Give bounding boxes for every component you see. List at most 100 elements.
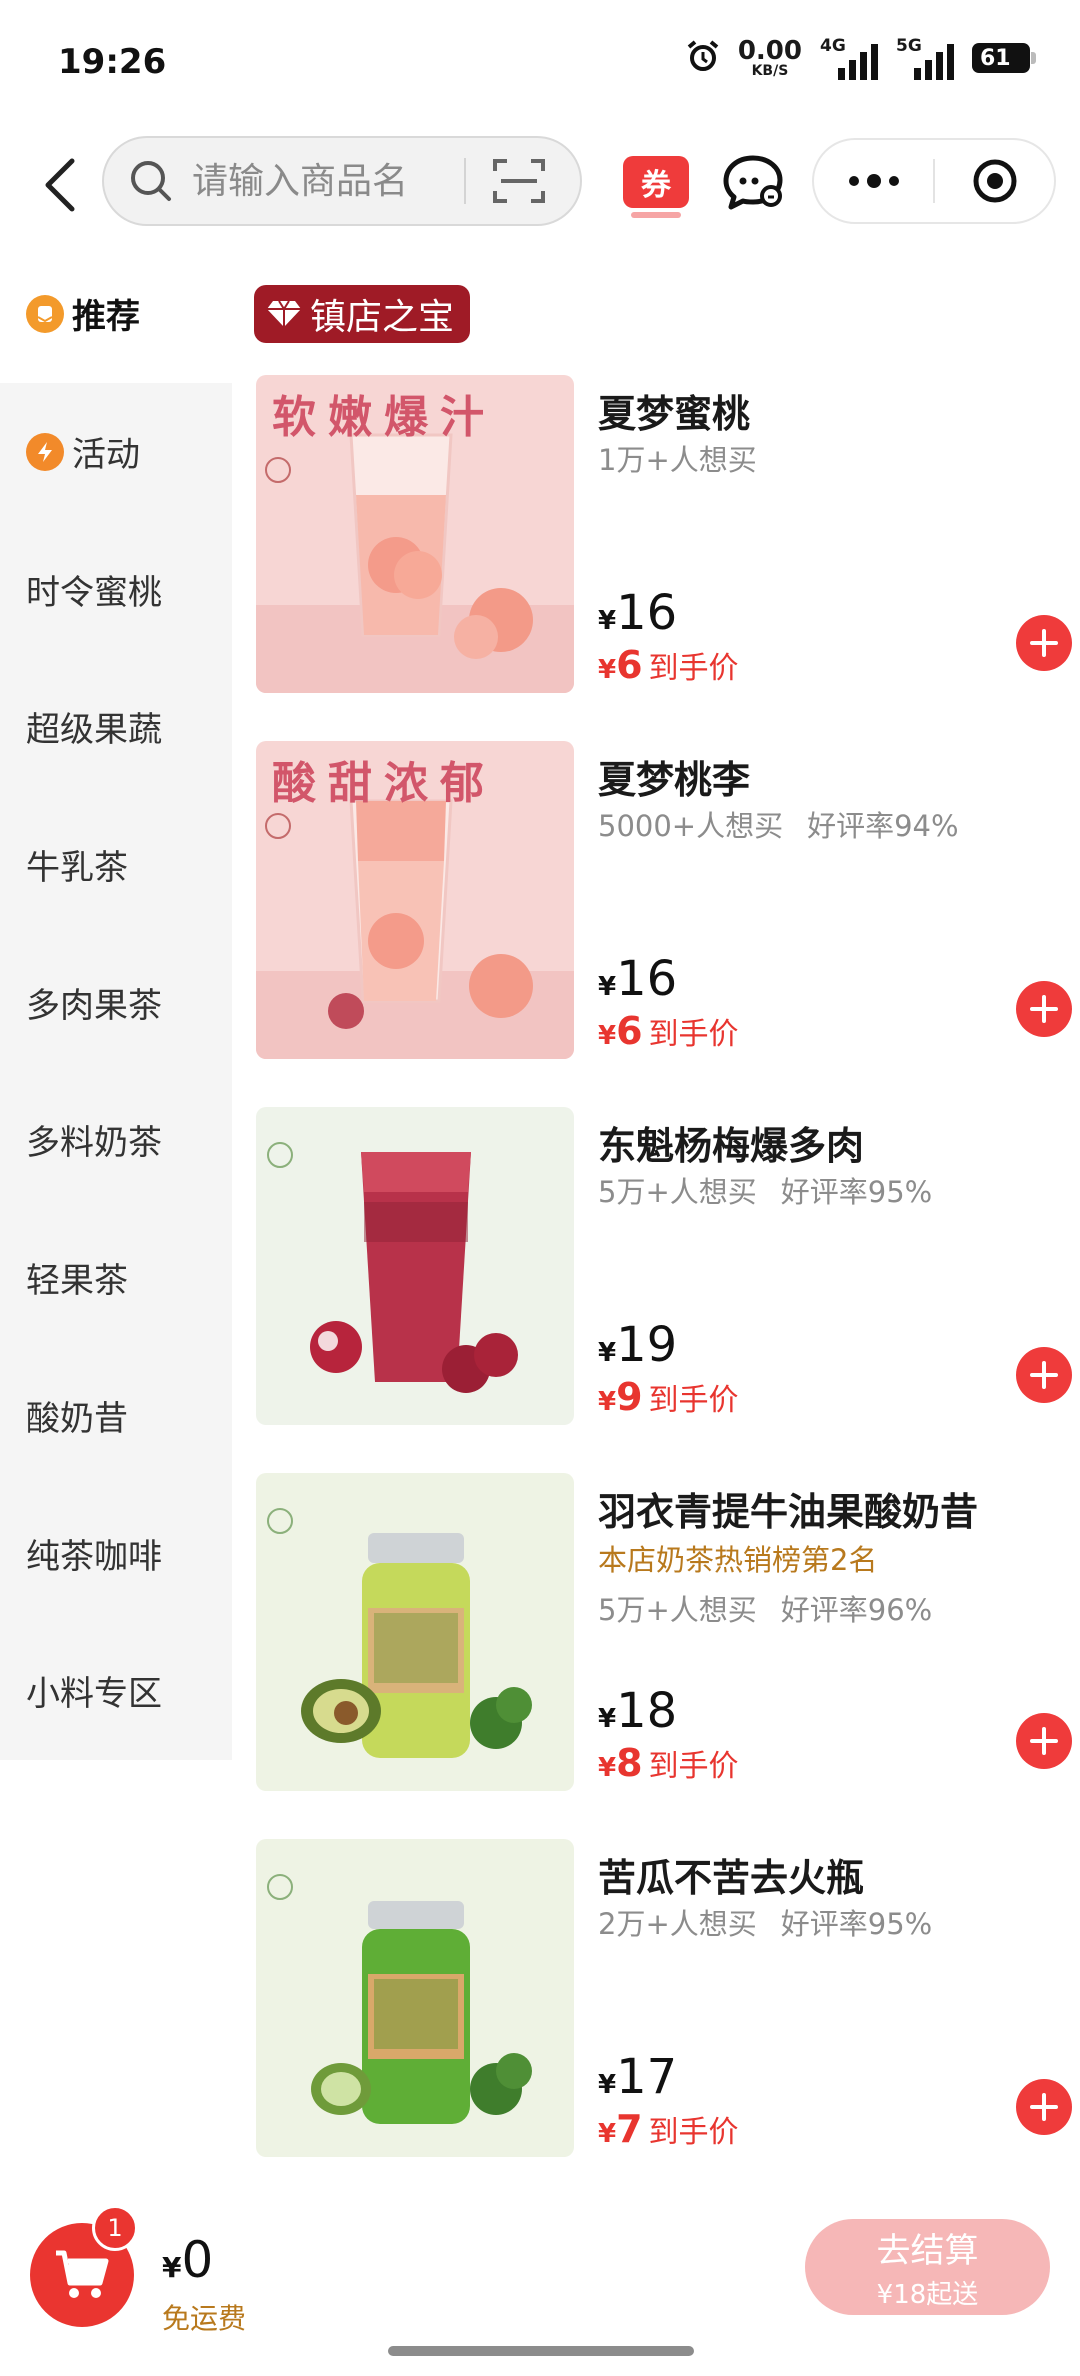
section-badge: 镇店之宝 (254, 285, 471, 343)
product-name: 羽衣青提牛油果酸奶昔 (598, 1490, 979, 1534)
category-sidebar: 推荐 活动 时令蜜桃 超级果蔬 牛乳茶 多肉果茶 多料奶茶 轻果茶 酸奶昔 纯茶… (0, 245, 232, 1760)
signal-5g-icon: 5G (896, 36, 954, 80)
product-image: 酸甜浓郁 (256, 741, 574, 1059)
product-price: ¥19 (598, 1317, 678, 1373)
sidebar-item-toppings[interactable]: 小料专区 (0, 1622, 232, 1760)
product-sales: 1万+人想买 (598, 443, 757, 477)
add-to-cart-button[interactable] (1016, 1347, 1072, 1403)
more-dots-icon (848, 174, 899, 188)
scan-icon[interactable] (484, 151, 554, 211)
search-icon (126, 156, 176, 206)
product-final-price: ¥7 到手价 (598, 2107, 739, 2151)
status-time: 19:26 (58, 42, 167, 82)
battery-icon: 61 (972, 43, 1036, 73)
status-bar: 19:26 0.00 KB/S 4G 5G 61 (0, 0, 1080, 120)
shipping-note: 免运费 (162, 2302, 247, 2335)
product-list: 镇店之宝 软嫩爆汁 夏梦蜜桃 1万+人想买 ¥16 ¥6 到手价 酸甜浓郁 夏梦… (232, 245, 1080, 2205)
sidebar-item-fruit-tea[interactable]: 多肉果茶 (0, 933, 232, 1071)
product-image-caption: 酸甜浓郁 (272, 758, 496, 809)
product-final-price: ¥8 到手价 (598, 1741, 739, 1785)
sidebar-item-yogurt-shake[interactable]: 酸奶昔 (0, 1347, 232, 1485)
product-final-price: ¥6 到手价 (598, 643, 739, 687)
product-sales: 5000+人想买 (598, 809, 784, 843)
sidebar-item-light-fruit-tea[interactable]: 轻果茶 (0, 1209, 232, 1347)
plus-icon (1030, 1361, 1058, 1389)
product-meta: 2万+人想买 好评率95% (598, 1901, 932, 1943)
more-button[interactable] (814, 140, 933, 222)
product-price: ¥16 (598, 585, 678, 641)
chat-icon (723, 155, 783, 210)
product-meta: 5万+人想买 好评率95% (598, 1169, 932, 1211)
coupon-label: 券 (623, 156, 689, 218)
product-image-caption: 软嫩爆汁 (272, 392, 496, 443)
coupon-button[interactable]: 券 (620, 152, 692, 218)
target-icon (973, 159, 1016, 203)
product-card[interactable]: 羽衣青提牛油果酸奶昔 本店奶茶热销榜第2名 5万+人想买 好评率96% ¥18 ¥… (256, 1473, 1072, 1793)
product-image (256, 1107, 574, 1425)
signal-4g-icon: 4G (820, 36, 878, 80)
product-price: ¥18 (598, 1683, 678, 1739)
diamond-icon (266, 299, 302, 329)
product-card[interactable]: 软嫩爆汁 夏梦蜜桃 1万+人想买 ¥16 ¥6 到手价 (256, 375, 1072, 695)
product-card[interactable]: 苦瓜不苦去火瓶 2万+人想买 好评率95% ¥17 ¥7 到手价 (256, 1839, 1072, 2159)
home-indicator[interactable] (388, 2346, 694, 2356)
sidebar-item-activity[interactable]: 活动 (0, 383, 232, 521)
product-name: 东魁杨梅爆多肉 (598, 1124, 865, 1168)
product-final-price: ¥6 到手价 (598, 1009, 739, 1053)
sidebar-item-loaded-milk-tea[interactable]: 多料奶茶 (0, 1071, 232, 1209)
product-rating: 好评率95% (780, 1907, 933, 1941)
back-button[interactable] (30, 152, 90, 218)
product-meta: 5000+人想买 好评率94% (598, 803, 959, 845)
plus-icon (1030, 629, 1058, 657)
product-rating: 好评率95% (780, 1175, 933, 1209)
search-input[interactable] (190, 159, 454, 203)
plus-icon (1030, 995, 1058, 1023)
add-to-cart-button[interactable] (1016, 1713, 1072, 1769)
product-sales: 2万+人想买 (598, 1907, 757, 1941)
net-speed: 0.00 KB/S (737, 36, 802, 79)
chevron-left-icon (45, 158, 75, 212)
sidebar-item-seasonal-peach[interactable]: 时令蜜桃 (0, 520, 232, 658)
product-meta: 1万+人想买 (598, 437, 757, 479)
product-final-price: ¥9 到手价 (598, 1375, 739, 1419)
recommend-icon (26, 294, 64, 333)
cart-total: ¥0 (162, 2231, 214, 2289)
add-to-cart-button[interactable] (1016, 981, 1072, 1037)
plus-icon (1030, 2093, 1058, 2121)
product-image: 软嫩爆汁 (256, 375, 574, 693)
lightning-icon (26, 432, 64, 471)
status-icons: 0.00 KB/S 4G 5G 61 (686, 36, 1036, 80)
cart-count-badge: 1 (92, 2205, 138, 2251)
customer-service-button[interactable] (718, 148, 788, 216)
product-price: ¥16 (598, 951, 678, 1007)
alarm-icon (686, 39, 720, 77)
product-rank: 本店奶茶热销榜第2名 (598, 1543, 878, 1577)
close-miniapp-button[interactable] (935, 140, 1054, 222)
product-price: ¥17 (598, 2049, 678, 2105)
plus-icon (1030, 1727, 1058, 1755)
add-to-cart-button[interactable] (1016, 615, 1072, 671)
product-meta: 5万+人想买 好评率96% (598, 1587, 932, 1629)
product-image (256, 1839, 574, 2157)
product-rating: 好评率96% (780, 1593, 933, 1627)
cart-icon (56, 2250, 109, 2298)
product-image (256, 1473, 574, 1791)
sidebar-item-milk-tea[interactable]: 牛乳茶 (0, 796, 232, 934)
product-name: 夏梦蜜桃 (598, 392, 751, 436)
checkout-button[interactable]: 去结算 ¥18起送 (805, 2219, 1050, 2315)
product-name: 夏梦桃李 (598, 758, 751, 802)
product-sales: 5万+人想买 (598, 1175, 757, 1209)
add-to-cart-button[interactable] (1016, 2079, 1072, 2135)
sidebar-item-tea-coffee[interactable]: 纯茶咖啡 (0, 1484, 232, 1622)
product-name: 苦瓜不苦去火瓶 (598, 1856, 865, 1900)
miniapp-capsule (812, 138, 1056, 224)
sidebar-item-recommend[interactable]: 推荐 (0, 245, 232, 383)
sidebar-item-super-fruit-veg[interactable]: 超级果蔬 (0, 658, 232, 796)
product-rating: 好评率94% (807, 809, 959, 843)
product-sales: 5万+人想买 (598, 1593, 757, 1627)
product-card[interactable]: 酸甜浓郁 夏梦桃李 5000+人想买 好评率94% ¥16 ¥6 到手价 (256, 741, 1072, 1061)
top-navigation: 券 (0, 130, 1080, 240)
search-divider (464, 158, 466, 204)
product-card[interactable]: 东魁杨梅爆多肉 5万+人想买 好评率95% ¥19 ¥9 到手价 (256, 1107, 1072, 1427)
search-box[interactable] (102, 136, 582, 226)
